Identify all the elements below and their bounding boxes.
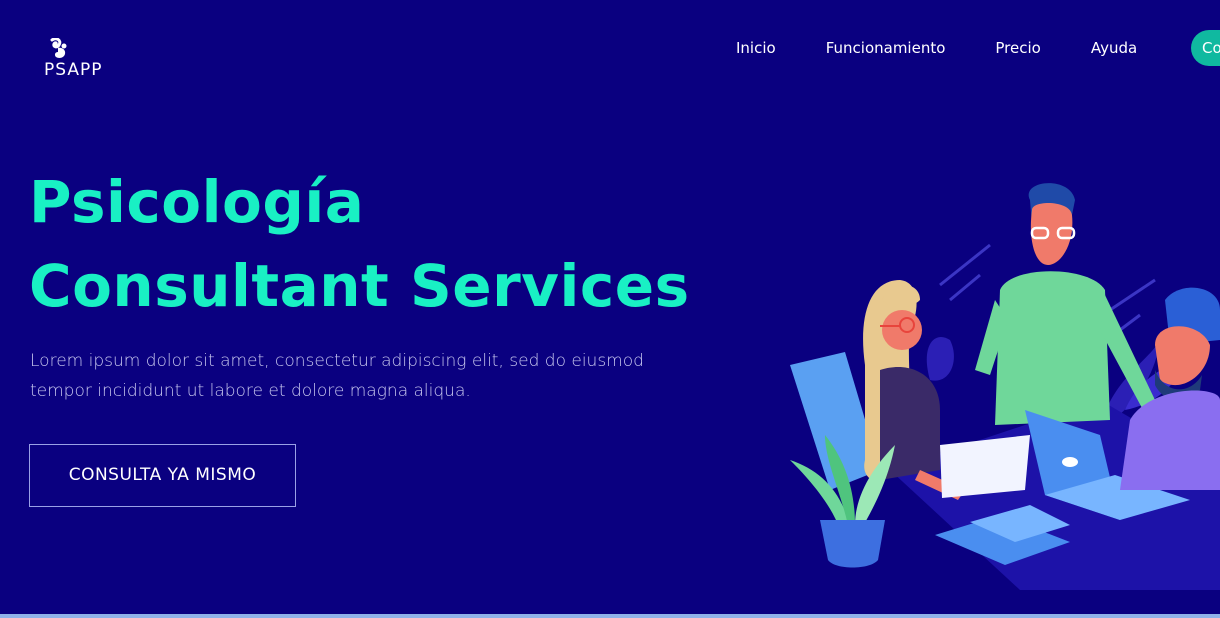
hero-title-line-1: Psicología [29,168,365,236]
landing-page: PSAPP Inicio Funcionamiento Precio Ayuda… [0,0,1220,618]
nav-item-funcionamiento[interactable]: Funcionamiento [826,38,946,58]
team-meeting-illustration [790,183,1220,590]
brand-logo[interactable]: PSAPP [44,38,103,79]
main-nav: Inicio Funcionamiento Precio Ayuda [736,38,1137,58]
nav-item-ayuda[interactable]: Ayuda [1091,38,1137,58]
nav-item-inicio[interactable]: Inicio [736,38,776,58]
nav-item-precio[interactable]: Precio [995,38,1040,58]
nav-cta-button[interactable]: Co [1191,30,1220,66]
consult-now-button[interactable]: CONSULTA YA MISMO [29,444,296,507]
hero-title: Psicología Consultant Services [29,160,690,328]
squirrel-icon [50,38,67,58]
hero-title-line-2: Consultant Services [29,252,690,320]
section-divider [0,614,1220,618]
hero-subtitle: Lorem ipsum dolor sit amet, consectetur … [30,351,644,401]
brand-name: PSAPP [44,60,103,80]
